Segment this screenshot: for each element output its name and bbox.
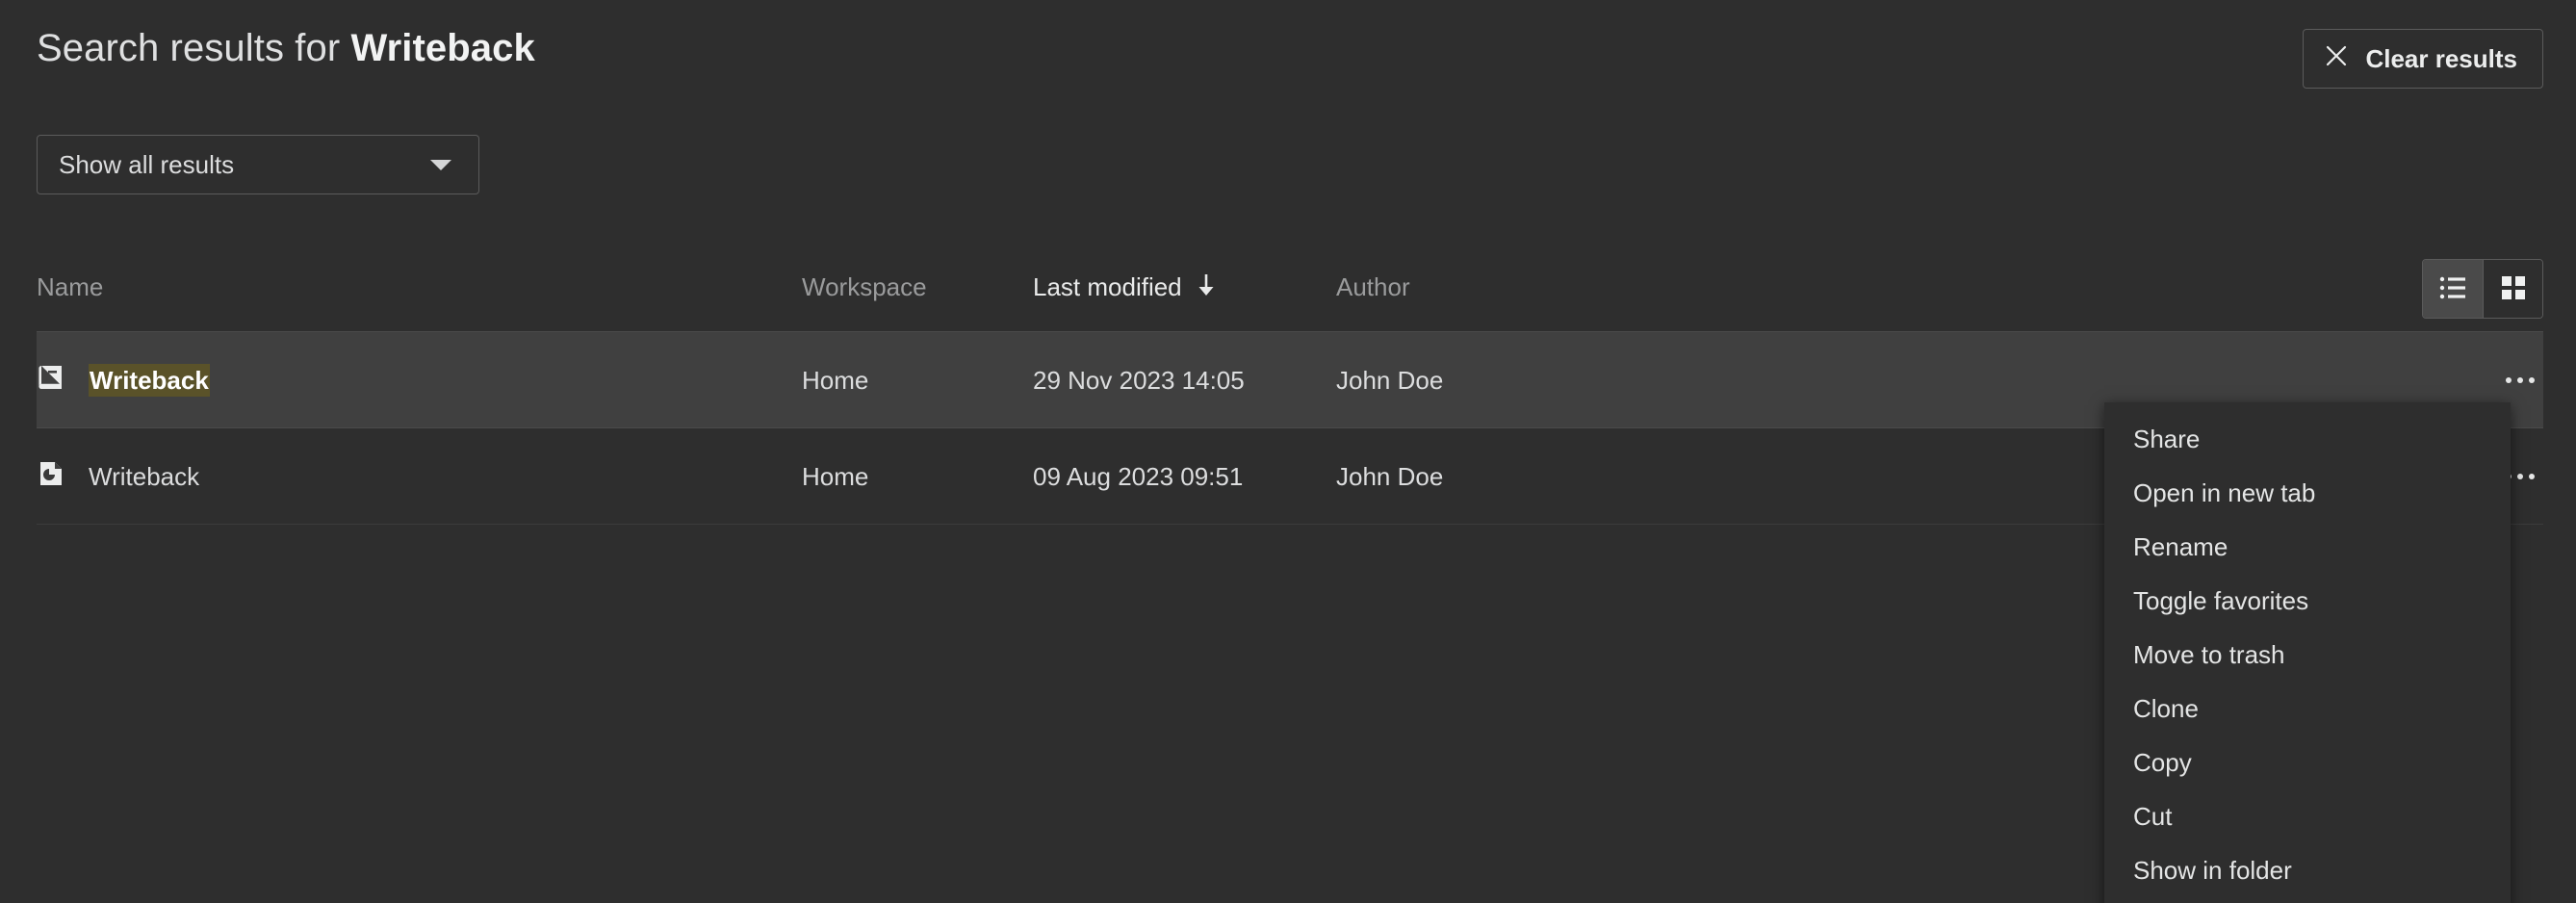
grid-view-button[interactable] xyxy=(2483,260,2542,318)
table-cell-author: John Doe xyxy=(1336,461,1444,491)
table-cell-workspace: Home xyxy=(802,365,869,395)
column-header-author[interactable]: Author xyxy=(1336,272,1410,302)
table-cell-name: Writeback xyxy=(37,332,210,428)
column-header-name[interactable]: Name xyxy=(37,272,103,302)
table-cell-author: John Doe xyxy=(1336,365,1444,395)
column-header-last-modified[interactable]: Last modified xyxy=(1033,272,1217,302)
search-results-page: Search results for Writeback Clear resul… xyxy=(0,0,2576,903)
context-menu-item-clone[interactable]: Clone xyxy=(2104,682,2511,735)
results-filter-select[interactable]: Show all results xyxy=(37,135,479,194)
row-actions-menu-button[interactable] xyxy=(2499,361,2541,400)
clear-results-button[interactable]: Clear results xyxy=(2303,29,2543,89)
context-menu-item-move-to-trash[interactable]: Move to trash xyxy=(2104,628,2511,682)
table-cell-workspace: Home xyxy=(802,461,869,491)
ellipsis-icon xyxy=(2529,474,2535,479)
list-view-button[interactable] xyxy=(2423,260,2483,318)
ellipsis-icon xyxy=(2506,377,2512,383)
column-header-name-label: Name xyxy=(37,272,104,301)
table-cell-last-modified: 09 Aug 2023 09:51 xyxy=(1033,461,1244,491)
table-cell-name: Writeback xyxy=(37,428,199,525)
table-row-title: Writeback xyxy=(89,461,200,491)
context-menu-item-rename[interactable]: Rename xyxy=(2104,520,2511,574)
ellipsis-icon xyxy=(2529,377,2535,383)
chevron-down-icon xyxy=(430,159,451,170)
search-match-highlight: Writeback xyxy=(89,363,210,397)
ellipsis-icon xyxy=(2517,474,2523,479)
context-menu-item-share[interactable]: Share xyxy=(2104,412,2511,466)
ellipsis-icon xyxy=(2517,377,2523,383)
table-header-row: Name Workspace Last modified Author xyxy=(37,245,2543,332)
context-menu-item-show-in-folder[interactable]: Show in folder xyxy=(2104,843,2511,897)
table-cell-last-modified: 29 Nov 2023 14:05 xyxy=(1033,365,1245,395)
page-header: Search results for Writeback Clear resul… xyxy=(0,0,2576,116)
list-view-icon xyxy=(2439,275,2466,303)
column-header-last-modified-label: Last modified xyxy=(1033,272,1182,301)
column-header-workspace[interactable]: Workspace xyxy=(802,272,927,302)
context-menu-item-toggle-favorites[interactable]: Toggle favorites xyxy=(2104,574,2511,628)
view-mode-toggle xyxy=(2422,259,2543,319)
page-title: Search results for Writeback xyxy=(37,27,535,70)
column-header-author-label: Author xyxy=(1336,272,1410,301)
results-filter-value: Show all results xyxy=(59,149,235,179)
context-menu-item-copy[interactable]: Copy xyxy=(2104,735,2511,789)
close-icon xyxy=(2325,44,2348,74)
context-menu-item-open-in-new-tab[interactable]: Open in new tab xyxy=(2104,466,2511,520)
clear-results-label: Clear results xyxy=(2365,43,2517,73)
grid-view-icon xyxy=(2501,275,2526,303)
column-header-workspace-label: Workspace xyxy=(802,272,927,301)
page-title-query: Writeback xyxy=(350,27,535,69)
row-context-menu: Share Open in new tab Rename Toggle favo… xyxy=(2104,402,2511,903)
sheet-pie-icon xyxy=(37,459,65,495)
context-menu-item-cut[interactable]: Cut xyxy=(2104,789,2511,843)
book-icon xyxy=(37,363,65,399)
page-title-prefix: Search results for xyxy=(37,27,351,69)
table-row-title: Writeback xyxy=(89,363,210,397)
arrow-down-icon xyxy=(1196,272,1217,302)
